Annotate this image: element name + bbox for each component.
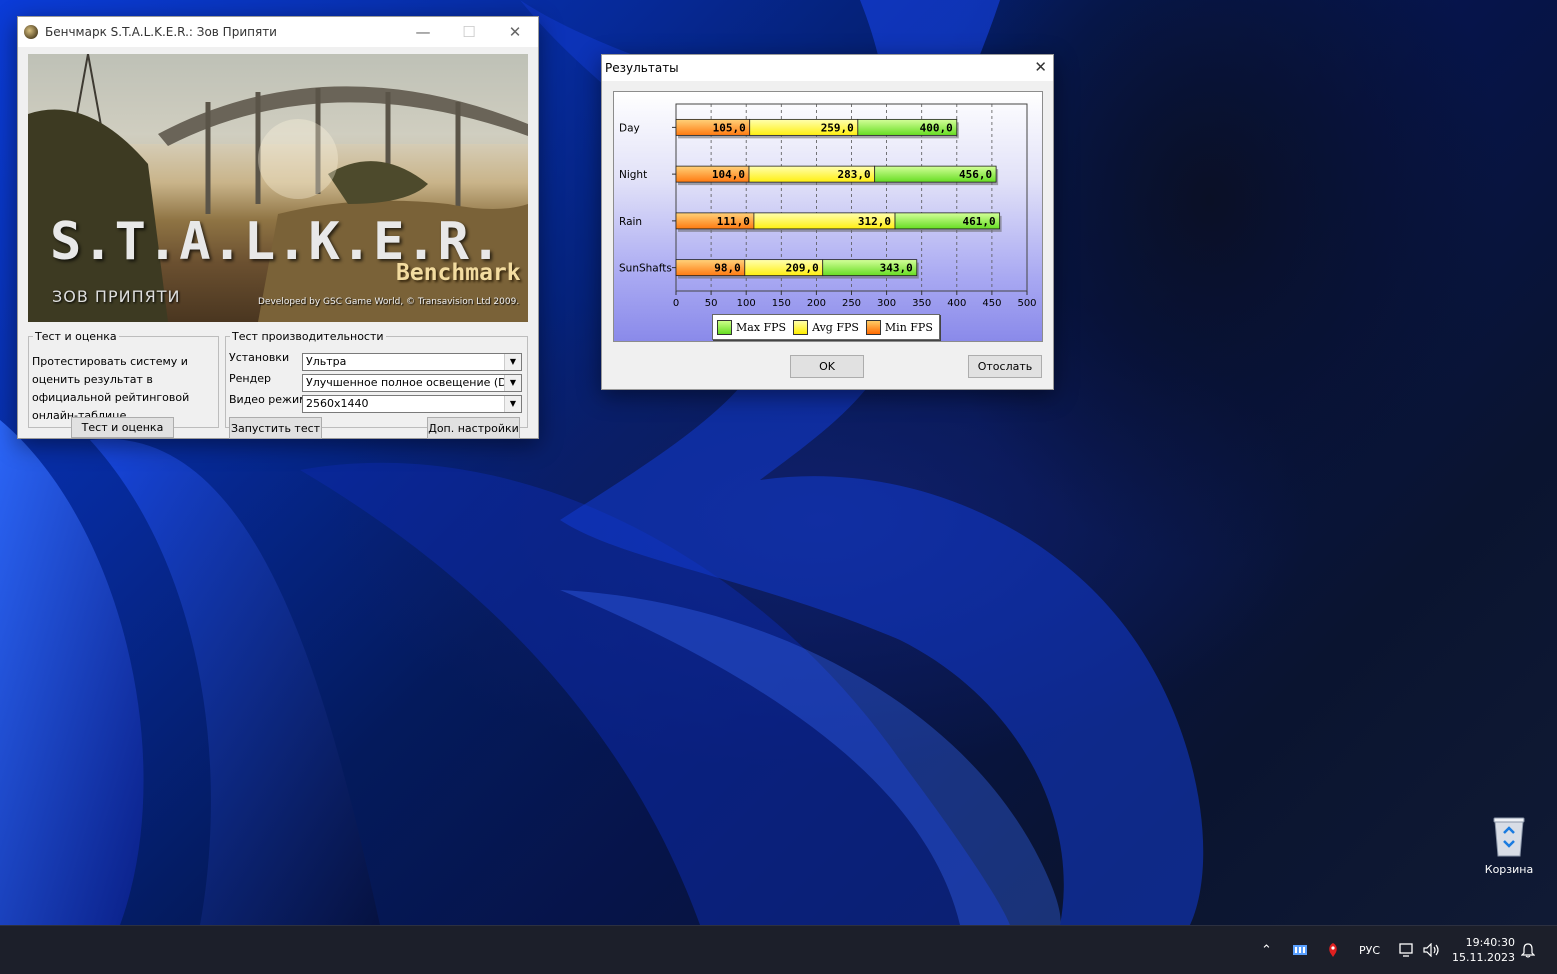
test-and-rating-legend: Тест и оценка [35, 330, 117, 343]
category-label: SunShafts [619, 263, 672, 275]
developer-credit: Developed by GSC Game World, © Transavis… [258, 297, 520, 307]
chevron-down-icon[interactable]: ▼ [504, 375, 521, 391]
video-mode-label: Видео режим [229, 393, 308, 406]
legend-item-avg: Avg FPS [793, 319, 859, 335]
results-window-title: Результаты [605, 61, 679, 75]
render-value: Улучшенное полное освещение (DX11) [306, 376, 522, 389]
game-subtitle: ЗОВ ПРИПЯТИ [52, 287, 181, 306]
ok-button[interactable]: OK [790, 355, 864, 378]
benchmark-window-title: Бенчмарк S.T.A.L.K.E.R.: Зов Припяти [45, 25, 277, 39]
x-tick-label: 200 [807, 298, 826, 309]
x-tick-label: 450 [982, 298, 1001, 309]
legend-item-min: Min FPS [865, 319, 933, 335]
data-label-max: 400,0 [920, 121, 953, 134]
data-label-avg: 259,0 [821, 121, 854, 134]
legend-label-min: Min FPS [884, 320, 933, 334]
mouse-utility-tray-icon[interactable] [1326, 926, 1340, 974]
game-banner-image: S.T.A.L.K.E.R. ЗОВ ПРИПЯТИ Benchmark Dev… [28, 54, 528, 322]
legend-swatch-avg [793, 319, 809, 335]
chart-legend: Max FPS Avg FPS Min FPS [712, 314, 940, 340]
data-label-min: 104,0 [712, 168, 745, 181]
legend-swatch-max [717, 319, 732, 335]
x-tick-label: 50 [705, 298, 718, 309]
app-tray-icon[interactable] [1292, 926, 1308, 974]
settings-label: Установки [229, 351, 290, 364]
x-tick-label: 250 [842, 298, 861, 309]
x-tick-label: 0 [673, 298, 679, 309]
x-tick-label: 400 [947, 298, 966, 309]
maximize-button: ☐ [462, 23, 476, 41]
chevron-down-icon[interactable]: ▼ [504, 354, 521, 370]
close-icon[interactable]: ✕ [1034, 58, 1047, 76]
x-tick-label: 150 [772, 298, 791, 309]
performance-test-group: Тест производительности Установки Ультра… [225, 330, 528, 439]
taskbar: ⌃ РУС 19:40:30 15.11.2023 [0, 925, 1557, 974]
extra-settings-button[interactable]: Доп. настройки [427, 417, 520, 439]
clock-time: 19:40:30 [1465, 936, 1515, 949]
run-test-button[interactable]: Запустить тест [229, 417, 322, 439]
clock-date: 15.11.2023 [1452, 951, 1515, 964]
benchmark-word: Benchmark [396, 260, 521, 286]
settings-select[interactable]: Ультра ▼ [302, 353, 522, 371]
test-and-rating-button[interactable]: Тест и оценка [71, 417, 174, 438]
volume-icon[interactable] [1423, 926, 1441, 974]
category-label: Rain [619, 216, 642, 228]
settings-value: Ультра [306, 355, 347, 368]
recycle-bin-label: Корзина [1484, 863, 1534, 876]
results-window: Результаты ✕ 0 50 100 150 200 250 300 350 400 450… [601, 54, 1054, 390]
legend-item-max: Max FPS [717, 319, 787, 335]
legend-label-avg: Avg FPS [812, 320, 859, 334]
recycle-bin-icon [1492, 815, 1526, 857]
data-label-avg: 312,0 [858, 215, 891, 228]
data-label-min: 105,0 [713, 121, 746, 134]
video-mode-value: 2560x1440 [306, 397, 369, 410]
close-button[interactable]: ✕ [492, 17, 538, 47]
notifications-bell-icon[interactable] [1521, 926, 1535, 974]
x-tick-label: 100 [737, 298, 756, 309]
stalker-app-icon [24, 25, 38, 39]
show-hidden-icons-chevron-up-icon[interactable]: ⌃ [1261, 926, 1272, 974]
recycle-bin-shortcut[interactable]: Корзина [1480, 815, 1538, 876]
minimize-button[interactable]: — [400, 17, 446, 47]
data-label-max: 456,0 [959, 168, 992, 181]
data-label-min: 111,0 [717, 215, 750, 228]
test-and-rating-group: Тест и оценка Протестировать систему и о… [28, 330, 219, 438]
data-label-avg: 283,0 [838, 168, 871, 181]
data-label-max: 343,0 [880, 262, 913, 275]
benchmark-titlebar[interactable]: Бенчмарк S.T.A.L.K.E.R.: Зов Припяти — ☐… [18, 17, 538, 47]
legend-label-max: Max FPS [736, 320, 787, 334]
x-tick-label: 300 [877, 298, 896, 309]
video-mode-select[interactable]: 2560x1440 ▼ [302, 395, 522, 413]
performance-test-legend: Тест производительности [232, 330, 384, 343]
chevron-down-icon[interactable]: ▼ [504, 396, 521, 412]
results-titlebar[interactable]: Результаты ✕ [602, 55, 1053, 81]
legend-swatch-min [865, 319, 881, 335]
data-label-max: 461,0 [962, 215, 995, 228]
taskbar-clock[interactable]: 19:40:30 15.11.2023 [1452, 935, 1515, 965]
data-label-min: 98,0 [714, 262, 741, 275]
input-language-indicator[interactable]: РУС [1359, 926, 1380, 974]
network-icon[interactable] [1399, 926, 1415, 974]
render-label: Рендер [229, 372, 271, 385]
category-label: Day [619, 122, 640, 134]
fps-bar-chart: 0 50 100 150 200 250 300 350 400 450 500 Day 105,0 25… [619, 103, 1037, 309]
benchmark-window: Бенчмарк S.T.A.L.K.E.R.: Зов Припяти — ☐… [17, 16, 539, 439]
data-label-avg: 209,0 [786, 262, 819, 275]
x-tick-label: 350 [912, 298, 931, 309]
results-chart: 0 50 100 150 200 250 300 350 400 450 500 Day 105,0 25… [613, 91, 1043, 342]
category-label: Night [619, 169, 647, 181]
send-button[interactable]: Отослать [968, 355, 1042, 378]
render-select[interactable]: Улучшенное полное освещение (DX11) ▼ [302, 374, 522, 392]
test-and-rating-description: Протестировать систему и оценить результ… [32, 355, 190, 422]
x-tick-label: 500 [1017, 298, 1036, 309]
